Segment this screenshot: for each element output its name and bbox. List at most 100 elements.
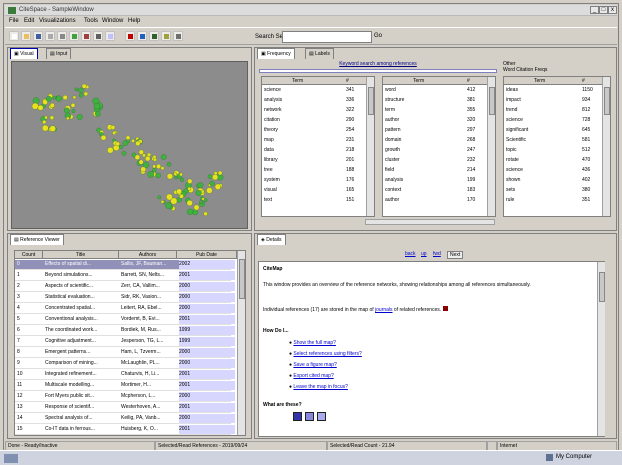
list-item[interactable]: system 176 — [262, 177, 366, 184]
go-button[interactable]: Go — [374, 33, 382, 39]
howto-link[interactable]: Show the full map? — [293, 340, 336, 346]
zoom-in-icon[interactable] — [69, 31, 79, 41]
start-icon[interactable] — [4, 454, 18, 463]
graph-node[interactable] — [81, 83, 87, 89]
graph-node[interactable] — [71, 109, 76, 114]
zoom-out-icon[interactable] — [81, 31, 91, 41]
table-row[interactable]: 3 Statistical evaluation... Sidr, RK, Vasi… — [15, 293, 235, 303]
reference-vscrollbar[interactable] — [237, 251, 245, 435]
legend-node-icon[interactable] — [293, 412, 302, 421]
graph-node[interactable] — [186, 199, 193, 207]
menu-tools[interactable]: Tools — [84, 18, 98, 24]
new-icon[interactable] — [9, 31, 19, 41]
list-item[interactable]: analysis 199 — [383, 177, 487, 184]
print-icon[interactable] — [93, 31, 103, 41]
list-item[interactable]: field 214 — [383, 167, 487, 174]
graph-node[interactable] — [70, 103, 76, 108]
graph-node[interactable] — [93, 102, 101, 110]
open-icon[interactable] — [21, 31, 31, 41]
list-header-count[interactable]: # — [582, 78, 585, 84]
list-item[interactable]: science 728 — [504, 117, 602, 124]
list-header-count[interactable]: # — [346, 78, 349, 84]
nav-forward-link[interactable]: fwd — [433, 251, 441, 257]
table-row[interactable]: 12 Fort Myers public sit... Mcpherson, L..… — [15, 392, 235, 402]
list-item[interactable]: data 218 — [262, 147, 366, 154]
table-row[interactable]: 7 Cognitive adjustment... Jesperson, TG, L… — [15, 337, 235, 347]
list-item[interactable]: author 320 — [383, 117, 487, 124]
network-canvas[interactable] — [12, 62, 249, 230]
list-item[interactable]: text 151 — [262, 197, 366, 204]
column-header-pub-date[interactable]: Pub Date — [177, 251, 237, 259]
graph-node[interactable] — [173, 172, 177, 176]
graph-node[interactable] — [49, 102, 55, 108]
graph-node[interactable] — [78, 87, 84, 93]
column-header-title[interactable]: Title — [43, 251, 119, 259]
graph-node[interactable] — [166, 193, 173, 201]
list-item[interactable]: ideas 1150 — [504, 87, 602, 94]
nav-back-link[interactable]: back — [405, 251, 416, 257]
minimize-button[interactable]: _ — [590, 6, 599, 14]
list-item[interactable]: structure 381 — [383, 97, 487, 104]
graph-node[interactable] — [160, 154, 167, 160]
move-icon[interactable] — [57, 31, 67, 41]
menu-edit[interactable]: Edit — [24, 18, 34, 24]
graph-node[interactable] — [147, 171, 155, 178]
tab-reference-viewer[interactable]: ▤ Reference Viewer — [10, 234, 64, 245]
graph-node[interactable] — [134, 154, 141, 160]
graph-node[interactable] — [76, 114, 83, 120]
list-item[interactable]: impact 934 — [504, 97, 602, 104]
graph-node[interactable] — [209, 180, 215, 187]
column-header-authors[interactable]: Authors — [119, 251, 177, 259]
config-icon[interactable] — [173, 31, 183, 41]
graph-node[interactable] — [207, 174, 213, 179]
graph-node[interactable] — [31, 102, 39, 110]
list-item[interactable]: network 322 — [262, 107, 366, 114]
graph-node[interactable] — [165, 202, 172, 209]
graph-node[interactable] — [203, 198, 208, 202]
save-icon[interactable] — [33, 31, 43, 41]
graph-node[interactable] — [156, 163, 162, 169]
graph-node[interactable] — [49, 115, 55, 120]
graph-node[interactable] — [212, 174, 219, 181]
list-item[interactable]: growth 247 — [383, 147, 487, 154]
nav-up-link[interactable]: up — [421, 251, 427, 257]
list-item[interactable]: rotate 470 — [504, 157, 602, 164]
list-item[interactable]: library 201 — [262, 157, 366, 164]
graph-node[interactable] — [157, 195, 162, 200]
graph-node[interactable] — [46, 95, 52, 102]
list-item[interactable]: citation 290 — [262, 117, 366, 124]
list-item[interactable]: author 170 — [383, 197, 487, 204]
table-row[interactable]: 1 Beyond simulations... Barrett, SN, Nelts… — [15, 271, 235, 281]
list-scroll-thumb[interactable] — [368, 87, 374, 115]
graph-node[interactable] — [214, 183, 221, 190]
graph-node[interactable] — [112, 131, 116, 135]
howto-link[interactable]: Leave the map in focus? — [293, 384, 347, 390]
select-icon[interactable] — [45, 31, 55, 41]
graph-node[interactable] — [145, 155, 151, 162]
graph-node[interactable] — [119, 144, 124, 149]
nav-next-button[interactable]: Next — [447, 251, 464, 259]
tab-visual[interactable]: ▣ Visual — [10, 48, 38, 59]
howto-link[interactable]: Save a figure map? — [293, 362, 336, 368]
list-header-term[interactable]: Term — [413, 78, 424, 84]
list-item[interactable]: cluster 232 — [383, 157, 487, 164]
list-item[interactable]: significant 645 — [504, 127, 602, 134]
graph-node[interactable] — [187, 186, 192, 191]
menu-help[interactable]: Help — [128, 18, 140, 24]
list-header-term[interactable]: Term — [292, 78, 303, 84]
list-scroll-thumb[interactable] — [604, 87, 610, 115]
graph-node[interactable] — [37, 104, 44, 111]
graph-node[interactable] — [66, 116, 70, 121]
graph-node[interactable] — [166, 173, 173, 180]
search-input[interactable] — [282, 31, 372, 43]
list-item[interactable]: analysis 336 — [262, 97, 366, 104]
graph-node[interactable] — [121, 150, 127, 156]
graph-node[interactable] — [217, 170, 223, 176]
list-item[interactable]: domain 268 — [383, 137, 487, 144]
table-row[interactable]: 11 Multiscale modelling... Mortimer, H... 2… — [15, 381, 235, 391]
graph-node[interactable] — [153, 157, 157, 162]
frequency-list-3[interactable]: Term # ideas 1150 impact 934 trend 812 science 72… — [503, 76, 611, 217]
graph-node[interactable] — [115, 141, 120, 147]
graph-node[interactable] — [176, 188, 182, 195]
graph-node[interactable] — [100, 134, 107, 141]
